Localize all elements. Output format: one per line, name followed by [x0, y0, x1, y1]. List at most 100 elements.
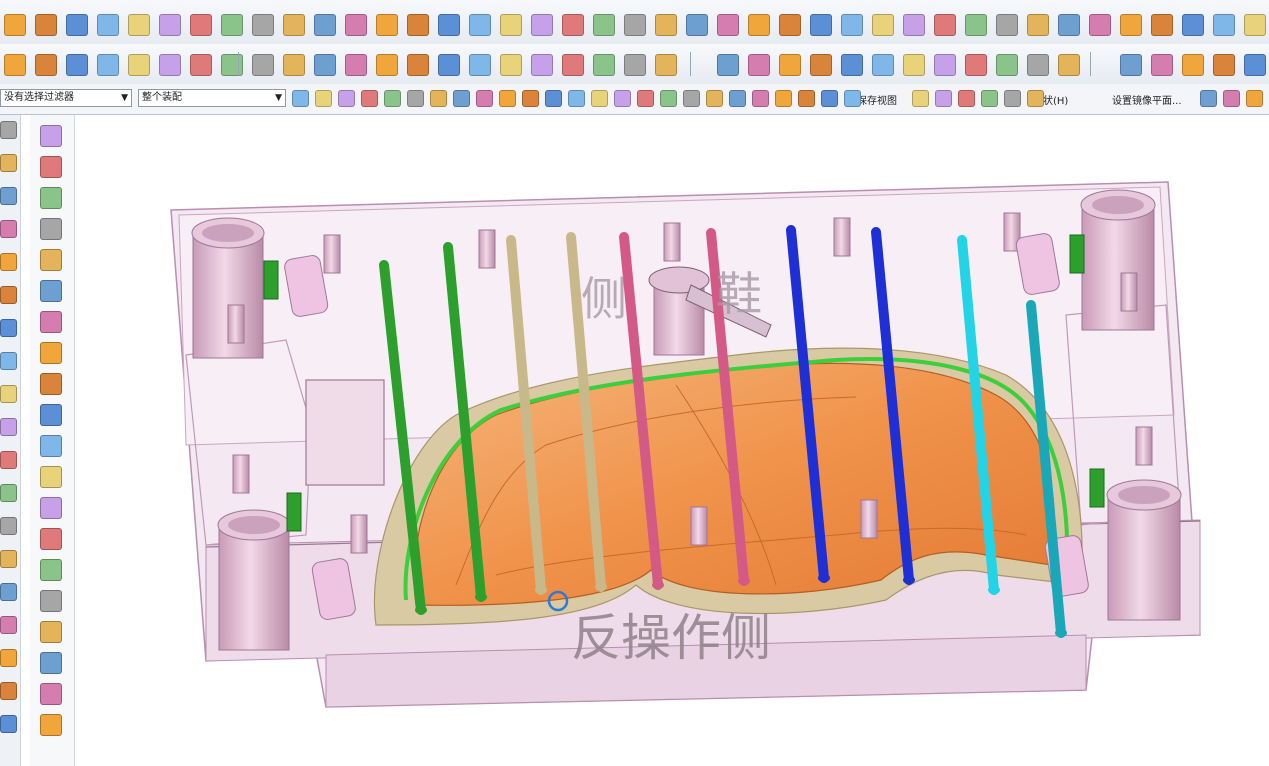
- selection-tool-icon[interactable]: [729, 90, 746, 107]
- toolbar-tool-icon[interactable]: [4, 54, 26, 76]
- nav-tool-icon[interactable]: [0, 154, 17, 172]
- resource-tool-icon[interactable]: [40, 528, 62, 550]
- toolbar-tool-icon[interactable]: [4, 14, 26, 36]
- selection-tool-icon[interactable]: [844, 90, 861, 107]
- selection-tool-icon[interactable]: [545, 90, 562, 107]
- toolbar-tool-icon[interactable]: [934, 54, 956, 76]
- toolbar-tool-icon[interactable]: [562, 14, 584, 36]
- toolbar-tool-icon[interactable]: [872, 14, 894, 36]
- toolbar-tool-icon[interactable]: [717, 14, 739, 36]
- toolbar-tool-icon[interactable]: [376, 54, 398, 76]
- nav-tool-icon[interactable]: [0, 715, 17, 733]
- save-view-button[interactable]: 保存视图: [857, 92, 897, 107]
- toolbar-tool-icon[interactable]: [1058, 54, 1080, 76]
- toolbar-tool-icon[interactable]: [1151, 54, 1173, 76]
- resource-tool-icon[interactable]: [40, 404, 62, 426]
- selection-tool-icon[interactable]: [958, 90, 975, 107]
- toolbar-tool-icon[interactable]: [252, 14, 274, 36]
- toolbar-tool-icon[interactable]: [345, 14, 367, 36]
- toolbar-tool-icon[interactable]: [407, 54, 429, 76]
- nav-tool-icon[interactable]: [0, 484, 17, 502]
- selection-tool-icon[interactable]: [660, 90, 677, 107]
- set-mirror-plane-button[interactable]: 设置镜像平面...: [1112, 92, 1182, 107]
- selection-tool-icon[interactable]: [292, 90, 309, 107]
- toolbar-tool-icon[interactable]: [407, 14, 429, 36]
- toolbar-tool-icon[interactable]: [779, 54, 801, 76]
- resource-tool-icon[interactable]: [40, 714, 62, 736]
- resource-tool-icon[interactable]: [40, 218, 62, 240]
- toolbar-tool-icon[interactable]: [438, 14, 460, 36]
- toolbar-tool-icon[interactable]: [1151, 14, 1173, 36]
- toolbar-tool-icon[interactable]: [996, 54, 1018, 76]
- selection-tool-icon[interactable]: [430, 90, 447, 107]
- toolbar-tool-icon[interactable]: [1244, 54, 1266, 76]
- toolbar-tool-icon[interactable]: [624, 14, 646, 36]
- toolbar-tool-icon[interactable]: [221, 54, 243, 76]
- selection-tool-icon[interactable]: [407, 90, 424, 107]
- toolbar-tool-icon[interactable]: [159, 54, 181, 76]
- selection-filter-dropdown[interactable]: 没有选择过滤器 ▼: [0, 89, 132, 107]
- toolbar-tool-icon[interactable]: [903, 54, 925, 76]
- toolbar-tool-icon[interactable]: [1182, 14, 1204, 36]
- toolbar-tool-icon[interactable]: [500, 14, 522, 36]
- toolbar-tool-icon[interactable]: [1120, 14, 1142, 36]
- toolbar-tool-icon[interactable]: [1213, 54, 1235, 76]
- nav-tool-icon[interactable]: [0, 451, 17, 469]
- nav-tool-icon[interactable]: [0, 253, 17, 271]
- toolbar-tool-icon[interactable]: [469, 54, 491, 76]
- resource-tool-icon[interactable]: [40, 187, 62, 209]
- toolbar-tool-icon[interactable]: [314, 14, 336, 36]
- assembly-scope-dropdown[interactable]: 整个装配 ▼: [138, 89, 286, 107]
- selection-tool-icon[interactable]: [1246, 90, 1263, 107]
- toolbar-tool-icon[interactable]: [996, 14, 1018, 36]
- toolbar-tool-icon[interactable]: [1244, 14, 1266, 36]
- toolbar-tool-icon[interactable]: [469, 14, 491, 36]
- toolbar-tool-icon[interactable]: [965, 54, 987, 76]
- selection-tool-icon[interactable]: [361, 90, 378, 107]
- selection-tool-icon[interactable]: [591, 90, 608, 107]
- selection-tool-icon[interactable]: [752, 90, 769, 107]
- selection-tool-icon[interactable]: [522, 90, 539, 107]
- toolbar-tool-icon[interactable]: [283, 54, 305, 76]
- toolbar-tool-icon[interactable]: [748, 14, 770, 36]
- nav-tool-icon[interactable]: [0, 385, 17, 403]
- selection-tool-icon[interactable]: [935, 90, 952, 107]
- resource-tool-icon[interactable]: [40, 311, 62, 333]
- nav-tool-icon[interactable]: [0, 319, 17, 337]
- nav-tool-icon[interactable]: [0, 187, 17, 205]
- toolbar-tool-icon[interactable]: [159, 14, 181, 36]
- toolbar-tool-icon[interactable]: [97, 54, 119, 76]
- nav-tool-icon[interactable]: [0, 220, 17, 238]
- toolbar-tool-icon[interactable]: [1027, 54, 1049, 76]
- toolbar-tool-icon[interactable]: [1058, 14, 1080, 36]
- toolbar-tool-icon[interactable]: [717, 54, 739, 76]
- graphics-viewport[interactable]: 侧 鞋 反操作侧: [76, 115, 1269, 766]
- selection-tool-icon[interactable]: [338, 90, 355, 107]
- selection-tool-icon[interactable]: [706, 90, 723, 107]
- toolbar-tool-icon[interactable]: [438, 54, 460, 76]
- selection-tool-icon[interactable]: [683, 90, 700, 107]
- toolbar-tool-icon[interactable]: [190, 54, 212, 76]
- toolbar-tool-icon[interactable]: [841, 14, 863, 36]
- resource-tool-icon[interactable]: [40, 435, 62, 457]
- selection-tool-icon[interactable]: [775, 90, 792, 107]
- toolbar-tool-icon[interactable]: [345, 54, 367, 76]
- selection-tool-icon[interactable]: [1223, 90, 1240, 107]
- toolbar-tool-icon[interactable]: [376, 14, 398, 36]
- toolbar-tool-icon[interactable]: [624, 54, 646, 76]
- selection-tool-icon[interactable]: [912, 90, 929, 107]
- resource-tool-icon[interactable]: [40, 373, 62, 395]
- toolbar-tool-icon[interactable]: [97, 14, 119, 36]
- resource-tool-icon[interactable]: [40, 342, 62, 364]
- selection-tool-icon[interactable]: [315, 90, 332, 107]
- resource-tool-icon[interactable]: [40, 125, 62, 147]
- selection-tool-icon[interactable]: [614, 90, 631, 107]
- toolbar-tool-icon[interactable]: [128, 54, 150, 76]
- selection-tool-icon[interactable]: [453, 90, 470, 107]
- toolbar-tool-icon[interactable]: [779, 14, 801, 36]
- toolbar-tool-icon[interactable]: [686, 14, 708, 36]
- toolbar-tool-icon[interactable]: [655, 54, 677, 76]
- toolbar-tool-icon[interactable]: [531, 14, 553, 36]
- toolbar-tool-icon[interactable]: [965, 14, 987, 36]
- toolbar-tool-icon[interactable]: [934, 14, 956, 36]
